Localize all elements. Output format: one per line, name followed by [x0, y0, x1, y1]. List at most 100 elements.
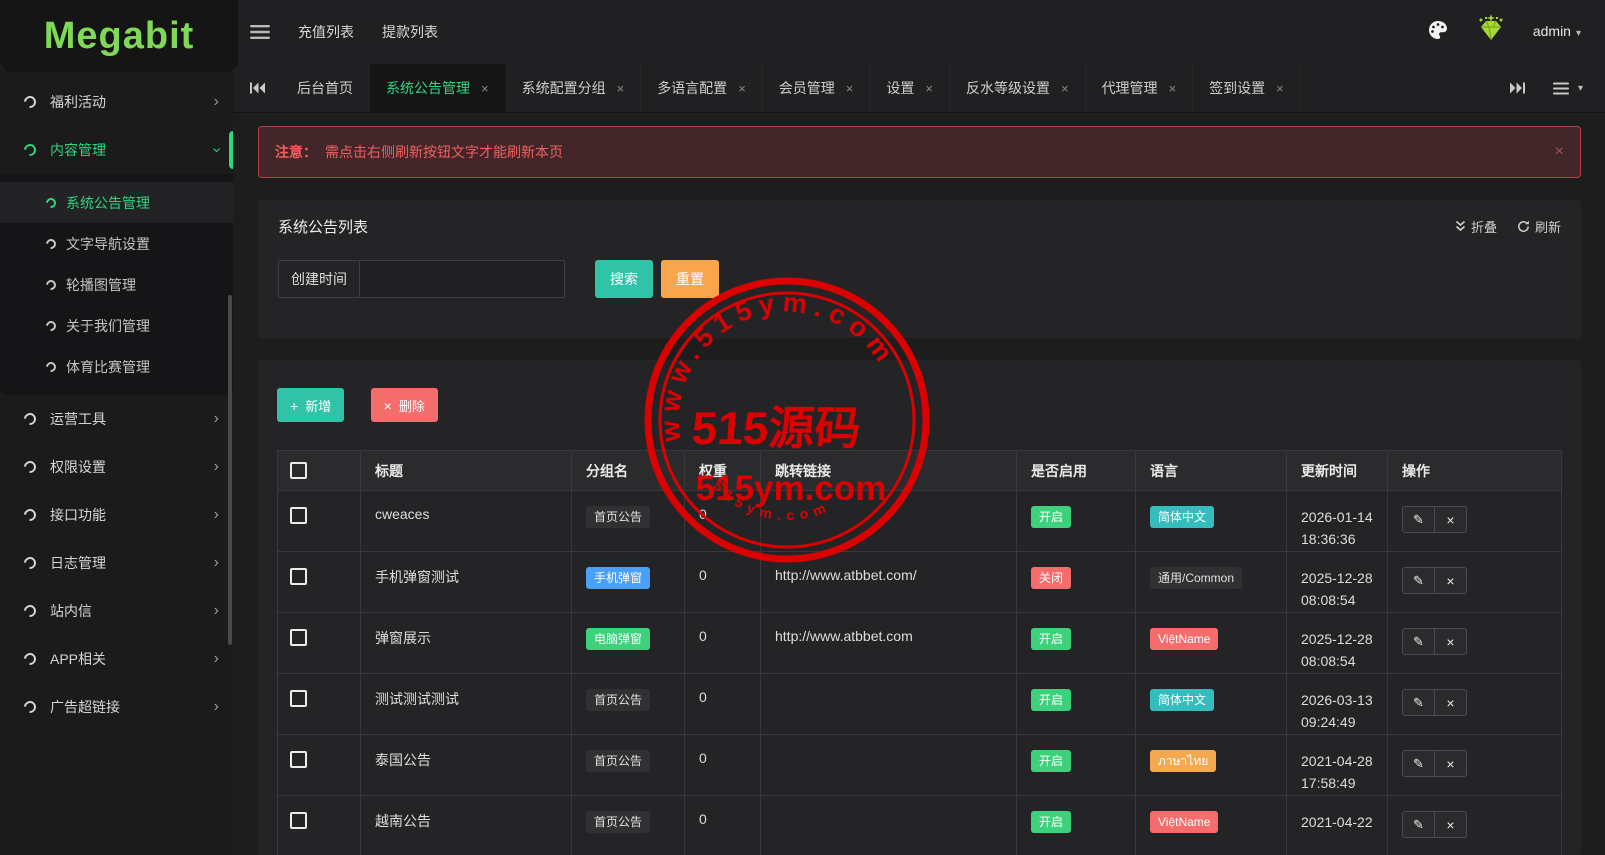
cell-updated: 2025-12-2808:08:54	[1287, 552, 1388, 613]
cell-ops: ✎×	[1388, 796, 1562, 855]
edit-button[interactable]: ✎	[1402, 689, 1435, 716]
nav-recharge-list[interactable]: 充值列表	[298, 22, 354, 42]
user-menu[interactable]: admin▾	[1533, 23, 1581, 41]
tab-close-icon[interactable]: ×	[846, 81, 854, 96]
tabs-scroll-right-icon[interactable]	[1510, 82, 1525, 94]
sidebar-item[interactable]: 站内信›	[0, 587, 233, 635]
sidebar-subitem-label: 关于我们管理	[66, 316, 150, 336]
delete-row-button[interactable]: ×	[1434, 811, 1467, 838]
sidebar-item[interactable]: 日志管理›	[0, 539, 233, 587]
theme-palette-icon[interactable]	[1427, 19, 1449, 46]
tab-1[interactable]: 系统公告管理×	[370, 64, 506, 112]
sidebar-subitem[interactable]: 关于我们管理	[0, 305, 233, 346]
edit-button[interactable]: ✎	[1402, 628, 1435, 655]
sidebar-item[interactable]: 福利活动›	[0, 78, 233, 126]
add-button[interactable]: +新增	[277, 388, 344, 422]
delete-row-button[interactable]: ×	[1434, 628, 1467, 655]
edit-button[interactable]: ✎	[1402, 750, 1435, 777]
cell-updated: 2021-04-2817:58:49	[1287, 735, 1388, 796]
refresh-button[interactable]: 刷新	[1517, 217, 1561, 236]
sidebar-toggle-hamburger-icon[interactable]	[250, 24, 270, 40]
tab-7[interactable]: 代理管理×	[1086, 64, 1194, 112]
sidebar-subitem[interactable]: 轮播图管理	[0, 264, 233, 305]
ring-icon	[44, 195, 58, 209]
delete-row-button[interactable]: ×	[1434, 750, 1467, 777]
chevron-icon: ›	[214, 507, 219, 523]
tab-close-icon[interactable]: ×	[1276, 81, 1284, 96]
cell-weight: 0	[685, 674, 761, 735]
edit-button[interactable]: ✎	[1402, 567, 1435, 594]
tab-close-icon[interactable]: ×	[1061, 81, 1069, 96]
sidebar-item[interactable]: 运营工具›	[0, 395, 233, 443]
row-checkbox[interactable]	[290, 690, 307, 707]
status-badge: 关闭	[1031, 567, 1071, 589]
sidebar-item-label: 福利活动	[50, 92, 214, 112]
sidebar-subitem-label: 体育比赛管理	[66, 357, 150, 377]
tab-4[interactable]: 会员管理 ×	[763, 64, 871, 112]
lang-badge: 通用/Common	[1150, 567, 1242, 589]
row-checkbox[interactable]	[290, 629, 307, 646]
cell-ops: ✎×	[1388, 491, 1562, 552]
edit-button[interactable]: ✎	[1402, 506, 1435, 533]
cell-title: 测试测试测试	[361, 674, 572, 735]
delete-row-button[interactable]: ×	[1434, 567, 1467, 594]
row-checkbox[interactable]	[290, 812, 307, 829]
row-checkbox[interactable]	[290, 568, 307, 585]
cell-lang: ภาษาไทย	[1136, 735, 1287, 796]
tab-close-icon[interactable]: ×	[925, 81, 933, 96]
sidebar-item[interactable]: 权限设置›	[0, 443, 233, 491]
nav-withdraw-list[interactable]: 提款列表	[382, 22, 438, 42]
select-all-checkbox[interactable]	[290, 462, 307, 479]
delete-row-button[interactable]: ×	[1434, 689, 1467, 716]
row-checkbox[interactable]	[290, 507, 307, 524]
tabs-menu-icon[interactable]: ▾	[1553, 82, 1583, 95]
chevron-icon: ›	[214, 651, 219, 667]
tab-2[interactable]: 系统配置分组×	[506, 64, 642, 112]
row-checkbox[interactable]	[290, 751, 307, 768]
tab-close-icon[interactable]: ×	[1169, 81, 1177, 96]
logo-box: Megabit	[0, 0, 238, 72]
cell-updated: 2021-04-22	[1287, 796, 1388, 855]
collapse-button[interactable]: 折叠	[1455, 217, 1497, 236]
sidebar-subitem[interactable]: 文字导航设置	[0, 223, 233, 264]
cell-title: cweaces	[361, 491, 572, 552]
alert-close-icon[interactable]: ×	[1555, 143, 1564, 161]
lang-badge: ViệtName	[1150, 628, 1218, 650]
tab-6[interactable]: 反水等级设置×	[950, 64, 1086, 112]
edit-button[interactable]: ✎	[1402, 811, 1435, 838]
sidebar-item[interactable]: APP相关›	[0, 635, 233, 683]
delete-row-button[interactable]: ×	[1434, 506, 1467, 533]
chevron-icon: ›	[214, 603, 219, 619]
reset-button[interactable]: 重置	[661, 260, 719, 298]
ring-icon	[44, 359, 58, 373]
tabs-scroll-left-icon[interactable]	[233, 64, 281, 112]
tab-3[interactable]: 多语言配置×	[641, 64, 763, 112]
brand-logo: Megabit	[44, 15, 195, 58]
tab-0[interactable]: 后台首页	[281, 64, 370, 112]
sidebar-item-label: 运营工具	[50, 409, 214, 429]
select-all-header	[278, 451, 361, 491]
tab-close-icon[interactable]: ×	[481, 81, 489, 96]
sidebar-item[interactable]: 广告超链接›	[0, 683, 233, 731]
sidebar-subitem[interactable]: 系统公告管理	[0, 182, 233, 223]
tab-close-icon[interactable]: ×	[617, 81, 625, 96]
sidebar-item[interactable]: 接口功能›	[0, 491, 233, 539]
table-row: 越南公告首页公告0开启ViệtName2021-04-22✎×	[278, 796, 1562, 855]
tab-5[interactable]: 设置×	[870, 64, 950, 112]
cell-ops: ✎×	[1388, 735, 1562, 796]
tab-close-icon[interactable]: ×	[738, 81, 746, 96]
sidebar-item-label: 日志管理	[50, 553, 214, 573]
sidebar-subitem-label: 轮播图管理	[66, 275, 136, 295]
cell-enabled: 开启	[1017, 735, 1136, 796]
sidebar-item[interactable]: 内容管理›	[0, 126, 233, 174]
sidebar-scrollbar[interactable]	[228, 295, 232, 645]
tab-8[interactable]: 签到设置×	[1193, 64, 1301, 112]
sidebar-subitem[interactable]: 体育比赛管理	[0, 346, 233, 387]
cell-group: 手机弹窗	[572, 552, 685, 613]
delete-button[interactable]: ×删除	[371, 388, 438, 422]
create-time-input[interactable]	[359, 260, 565, 298]
search-button[interactable]: 搜索	[595, 260, 653, 298]
cell-ops: ✎×	[1388, 674, 1562, 735]
avatar-gem-icon[interactable]	[1473, 14, 1509, 51]
tab-label: 会员管理	[779, 78, 835, 98]
